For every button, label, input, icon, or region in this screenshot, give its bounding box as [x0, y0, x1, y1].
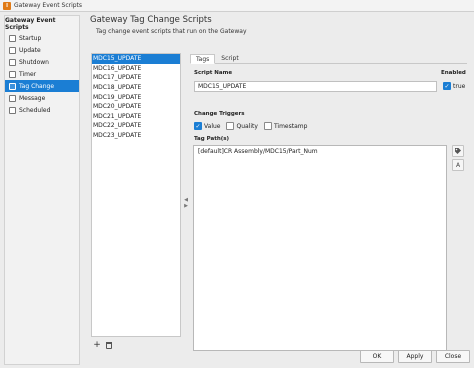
value-checkbox[interactable]: ✓	[194, 122, 202, 130]
sidebar-item-timer[interactable]: Timer	[5, 68, 79, 80]
main-panel: Gateway Tag Change Scripts Tag change ev…	[84, 15, 472, 354]
dialog-buttons: OK Apply Close	[84, 347, 474, 367]
title-bar: I Gateway Event Scripts	[0, 0, 474, 12]
list-item[interactable]: MDC17_UPDATE	[92, 73, 180, 83]
list-item[interactable]: MDC19_UPDATE	[92, 92, 180, 102]
list-item[interactable]: MDC15_UPDATE	[92, 54, 180, 64]
script-name-input[interactable]: MDC15_UPDATE	[194, 81, 437, 92]
sidebar-item-label: Startup	[19, 34, 42, 42]
sidebar-header: Gateway Event Scripts	[5, 17, 56, 31]
timestamp-checkbox[interactable]	[263, 122, 272, 130]
change-triggers: ✓ Value Quality Timestamp	[194, 122, 313, 130]
sidebar-item-label: Update	[19, 46, 41, 54]
quality-checkbox[interactable]	[226, 122, 235, 130]
ok-button[interactable]: OK	[360, 350, 394, 363]
shutdown-icon	[9, 58, 16, 66]
change-triggers-label: Change Triggers	[194, 111, 245, 117]
sidebar-item-label: Scheduled	[19, 106, 51, 114]
sidebar-item-scheduled[interactable]: Scheduled	[5, 104, 79, 116]
close-button[interactable]: Close	[436, 350, 470, 363]
script-name-label: Script Name	[194, 70, 233, 76]
chevron-right-icon: ▶	[184, 203, 188, 209]
scheduled-icon	[9, 106, 16, 114]
sidebar-item-label: Message	[19, 94, 46, 102]
startup-icon	[9, 34, 16, 42]
sidebar-item-label: Timer	[19, 70, 37, 78]
enabled-label: Enabled	[441, 70, 466, 76]
list-item[interactable]: MDC23_UPDATE	[92, 131, 180, 141]
list-item[interactable]: MDC20_UPDATE	[92, 102, 180, 112]
sidebar-item-tag-change[interactable]: Tag Change	[5, 80, 79, 92]
tags-tab-panel: Script Name Enabled MDC15_UPDATE ✓ true …	[190, 64, 467, 354]
spellcheck-icon: A	[455, 161, 461, 169]
tag-icon	[455, 148, 461, 154]
value-label: Value	[204, 122, 221, 130]
sidebar-item-update[interactable]: Update	[5, 44, 79, 56]
page-title: Gateway Tag Change Scripts	[90, 15, 212, 25]
enabled-checkbox[interactable]: ✓	[443, 82, 451, 90]
tag-change-icon	[9, 82, 16, 90]
timer-icon	[9, 70, 16, 78]
checkmark-icon: ✓	[444, 82, 450, 90]
update-icon	[9, 46, 16, 54]
tag-paths-textarea[interactable]: [default]CR Assembly/MDC15/Part_Num	[193, 145, 447, 351]
trigger-value: ✓ Value	[194, 122, 220, 130]
sidebar-item-message[interactable]: Message	[5, 92, 79, 104]
list-item[interactable]: MDC18_UPDATE	[92, 83, 180, 93]
trigger-timestamp: Timestamp	[263, 122, 308, 130]
enabled-value: true	[453, 82, 466, 90]
tab-tags[interactable]: Tags	[190, 54, 216, 64]
enabled-checkbox-row: ✓ true	[443, 82, 465, 90]
sidebar-item-startup[interactable]: Startup	[5, 32, 79, 44]
list-item[interactable]: MDC22_UPDATE	[92, 121, 180, 131]
list-item[interactable]: MDC21_UPDATE	[92, 112, 180, 122]
checkmark-icon: ✓	[195, 122, 201, 130]
panel-splitter[interactable]: ◀ ▶	[183, 53, 189, 353]
tag-paths-label: Tag Path(s)	[194, 136, 230, 142]
script-name-value: MDC15_UPDATE	[198, 83, 247, 90]
timestamp-label: Timestamp	[273, 122, 308, 130]
event-type-sidebar: Gateway Event Scripts Startup Update Shu…	[4, 15, 80, 365]
trigger-quality: Quality	[226, 122, 258, 130]
ignition-logo-icon: I	[3, 1, 11, 10]
quality-label: Quality	[236, 122, 258, 130]
tab-script[interactable]: Script	[215, 53, 244, 63]
sidebar-item-shutdown[interactable]: Shutdown	[5, 56, 79, 68]
spellcheck-button[interactable]: A	[452, 159, 464, 171]
tag-browser-button[interactable]	[452, 145, 464, 157]
sidebar-item-label: Shutdown	[19, 58, 49, 66]
apply-button[interactable]: Apply	[398, 350, 432, 363]
sidebar-item-label: Tag Change	[19, 82, 55, 90]
page-subtitle: Tag change event scripts that run on the…	[96, 28, 247, 35]
message-icon	[9, 94, 16, 102]
editor-tabs: Tags Script	[190, 53, 467, 64]
tag-paths-value: [default]CR Assembly/MDC15/Part_Num	[198, 148, 318, 155]
list-item[interactable]: MDC16_UPDATE	[92, 64, 180, 74]
window-title: Gateway Event Scripts	[14, 2, 83, 9]
script-list: MDC15_UPDATE MDC16_UPDATE MDC17_UPDATE M…	[91, 53, 181, 337]
